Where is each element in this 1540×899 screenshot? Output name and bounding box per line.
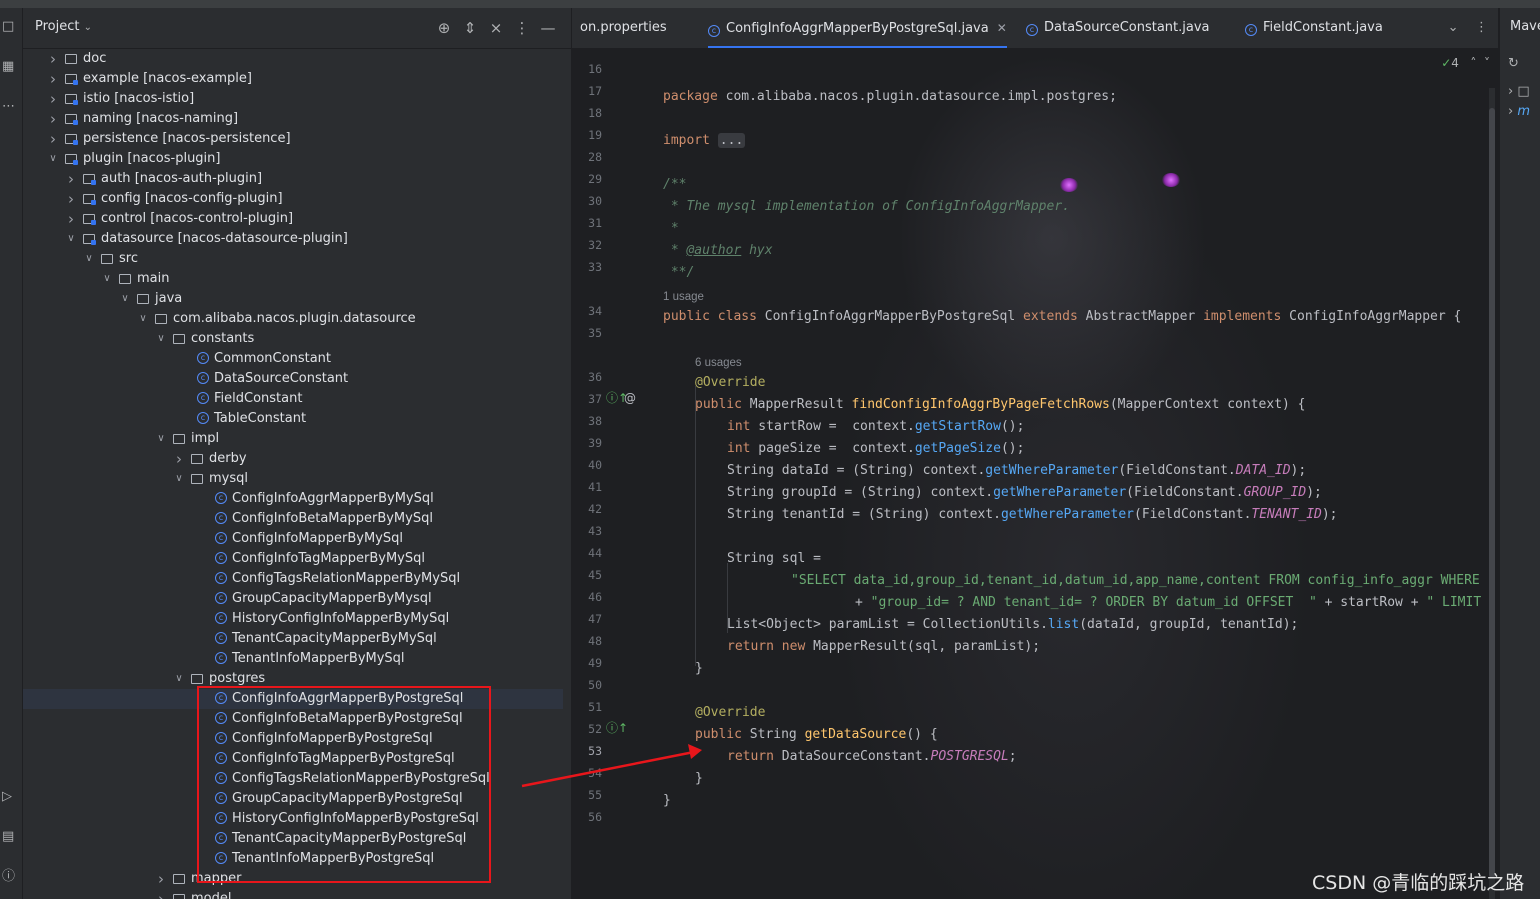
arrow-head [688, 744, 702, 759]
annotation-arrow [521, 744, 702, 788]
arrow-line [521, 750, 695, 788]
watermark: CSDN @青临的踩坑之路 [1312, 872, 1525, 894]
